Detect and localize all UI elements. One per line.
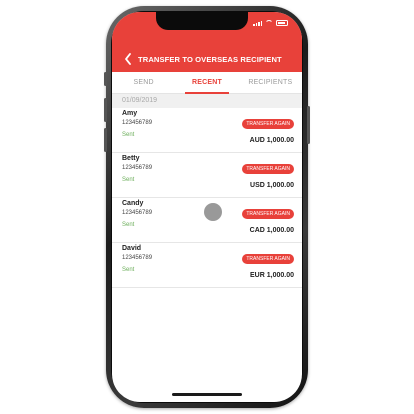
account-number: 123456789 xyxy=(122,255,153,261)
transfer-amount: EUR 1,000.00 xyxy=(250,272,294,279)
recipient-name: Betty xyxy=(122,155,140,162)
page-title: TRANSFER TO OVERSEAS RECIPIENT xyxy=(138,55,282,64)
battery-icon xyxy=(276,20,288,26)
power-button xyxy=(307,106,310,144)
date-section-header: 01/09/2019 xyxy=(112,94,302,108)
mute-switch xyxy=(104,72,107,86)
recipient-name: Candy xyxy=(122,200,144,207)
tab-recent[interactable]: RECENT xyxy=(175,72,238,94)
transfer-again-button[interactable]: TRANSFER AGAIN xyxy=(242,119,294,129)
status-icons xyxy=(253,20,288,26)
chevron-left-icon[interactable] xyxy=(124,53,132,65)
transfer-status: Sent xyxy=(122,177,135,183)
tab-recipients[interactable]: RECIPIENTS xyxy=(239,72,302,93)
transfer-amount: AUD 1,000.00 xyxy=(249,137,294,144)
phone-frame: TRANSFER TO OVERSEAS RECIPIENT SEND RECE… xyxy=(104,6,310,408)
recipient-name: Amy xyxy=(122,110,138,117)
transfer-amount: CAD 1,000.00 xyxy=(249,227,294,234)
account-number: 123456789 xyxy=(122,120,153,126)
recipient-name: David xyxy=(122,245,142,252)
transfer-row[interactable]: Amy 123456789 Sent TRANSFER AGAIN AUD 1,… xyxy=(112,108,302,153)
app-screen: TRANSFER TO OVERSEAS RECIPIENT SEND RECE… xyxy=(112,12,302,402)
account-number: 123456789 xyxy=(122,210,153,216)
transfer-list: Amy 123456789 Sent TRANSFER AGAIN AUD 1,… xyxy=(112,108,302,288)
transfer-again-button[interactable]: TRANSFER AGAIN xyxy=(242,209,294,219)
home-indicator[interactable] xyxy=(172,393,242,396)
transfer-row[interactable]: David 123456789 Sent TRANSFER AGAIN EUR … xyxy=(112,243,302,288)
account-number: 123456789 xyxy=(122,165,153,171)
transfer-status: Sent xyxy=(122,132,135,138)
signal-icon xyxy=(253,20,262,26)
notch xyxy=(156,12,248,30)
transfer-again-button[interactable]: TRANSFER AGAIN xyxy=(242,254,294,264)
wifi-icon xyxy=(265,20,273,26)
volume-up-button xyxy=(104,98,107,122)
transfer-again-button[interactable]: TRANSFER AGAIN xyxy=(242,164,294,174)
transfer-row[interactable]: Betty 123456789 Sent TRANSFER AGAIN USD … xyxy=(112,153,302,198)
touch-indicator xyxy=(204,203,222,221)
transfer-status: Sent xyxy=(122,267,135,273)
tab-send[interactable]: SEND xyxy=(112,72,175,93)
transfer-status: Sent xyxy=(122,222,135,228)
transfer-amount: USD 1,000.00 xyxy=(250,182,294,189)
volume-down-button xyxy=(104,128,107,152)
tab-bar: SEND RECENT RECIPIENTS xyxy=(112,72,302,94)
